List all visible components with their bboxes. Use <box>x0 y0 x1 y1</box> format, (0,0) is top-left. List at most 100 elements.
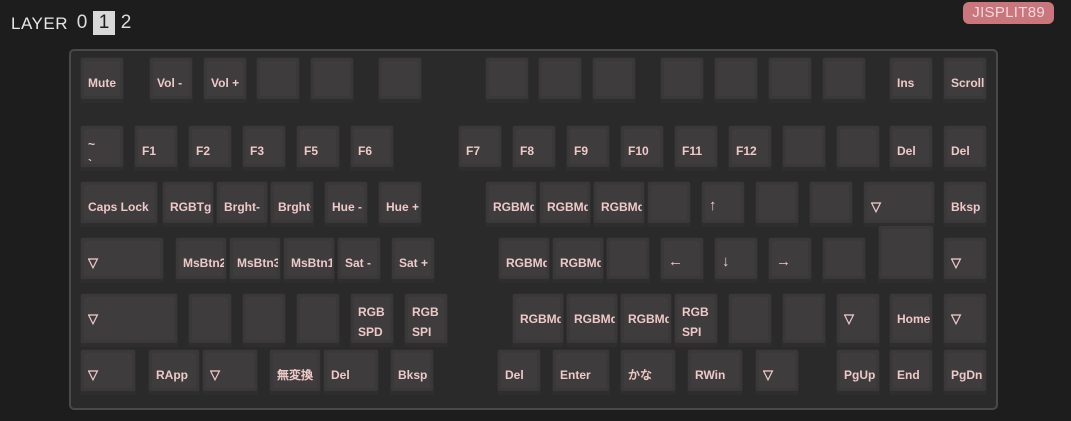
key-r4-10-↓[interactable]: ↓ <box>714 237 758 283</box>
key-r6-0-▽[interactable]: ▽ <box>80 349 136 395</box>
key-r5-12-▽[interactable]: ▽ <box>836 293 880 347</box>
key-r1-8-blank[interactable] <box>592 57 636 103</box>
key-r3-0-caps-lock[interactable]: Caps Lock <box>80 181 158 227</box>
key-r6-8-かな[interactable]: かな <box>620 349 676 395</box>
key-r6-2-▽[interactable]: ▽ <box>202 349 258 395</box>
key-r2-7-f8[interactable]: F8 <box>512 125 556 171</box>
key-r4-5-sat-+[interactable]: Sat + <box>391 237 435 283</box>
key-r2-14-del[interactable]: Del <box>889 125 933 171</box>
key-r1-14-scroll[interactable]: Scroll <box>943 57 987 103</box>
layer-1-button[interactable]: 1 <box>93 11 115 35</box>
key-r4-7-rgbmd:[interactable]: RGBMd: <box>552 237 604 283</box>
key-r5-13-home[interactable]: Home <box>889 293 933 347</box>
key-r4-2-msbtn3[interactable]: MsBtn3 <box>229 237 281 283</box>
key-r5-11-blank[interactable] <box>782 293 826 347</box>
key-r1-1-vol--[interactable]: Vol - <box>149 57 193 103</box>
key-r6-11-pgup[interactable]: PgUp <box>836 349 880 395</box>
key-r3-2-brght-[interactable]: Brght- <box>216 181 268 227</box>
key-r4-1-msbtn2[interactable]: MsBtn2 <box>175 237 227 283</box>
key-r2-1-f1[interactable]: F1 <box>134 125 178 171</box>
key-label: RGBMdl <box>547 201 588 214</box>
key-enter-lower[interactable] <box>878 225 934 283</box>
key-r2-11-f12[interactable]: F12 <box>728 125 772 171</box>
key-r2-13-blank[interactable] <box>836 125 880 171</box>
key-r3-1-rgbtgg[interactable]: RGBTgg <box>162 181 214 227</box>
layer-2-button[interactable]: 2 <box>115 11 137 35</box>
key-r1-5-blank[interactable] <box>378 57 422 103</box>
key-r4-8-blank[interactable] <box>606 237 650 283</box>
key-r5-3-blank[interactable] <box>296 293 340 347</box>
key-r2-12-blank[interactable] <box>782 125 826 171</box>
key-r1-10-blank[interactable] <box>714 57 758 103</box>
key-r3-11-blank[interactable] <box>755 181 799 227</box>
key-r2-6-f7[interactable]: F7 <box>458 125 502 171</box>
key-r6-4-del[interactable]: Del <box>323 349 379 395</box>
key-r6-5-bksp[interactable]: Bksp <box>390 349 434 395</box>
key-r6-10-▽[interactable]: ▽ <box>755 349 799 395</box>
key-r2-3-f3[interactable]: F3 <box>242 125 286 171</box>
key-r5-5-rgb-spi[interactable]: RGB SPI <box>404 293 448 347</box>
key-r1-6-blank[interactable] <box>485 57 529 103</box>
key-label: Ins <box>897 77 915 90</box>
key-r3-13-▽[interactable]: ▽ <box>863 181 935 227</box>
key-r2-5-f6[interactable]: F6 <box>350 125 394 171</box>
key-r2-10-f11[interactable]: F11 <box>674 125 718 171</box>
key-r5-7-rgbmd:[interactable]: RGBMd: <box>566 293 618 347</box>
key-label: ▽ <box>88 312 98 325</box>
key-label: F2 <box>196 145 211 158</box>
key-r3-9-blank[interactable] <box>647 181 691 227</box>
key-r3-3-brght+[interactable]: Brght+ <box>270 181 314 227</box>
key-r3-6-rgbmdl[interactable]: RGBMdl <box>485 181 537 227</box>
key-r6-3-無変換[interactable]: 無変換 <box>269 349 321 395</box>
key-r1-3-blank[interactable] <box>256 57 300 103</box>
key-r6-13-pgdn[interactable]: PgDn <box>943 349 987 395</box>
key-r2-4-f5[interactable]: F5 <box>296 125 340 171</box>
key-label: Scroll <box>951 77 984 90</box>
key-r5-9-rgb-spi[interactable]: RGB SPI <box>674 293 718 347</box>
key-r6-9-rwin[interactable]: RWin <box>687 349 743 395</box>
key-r6-1-rapp[interactable]: RApp <box>148 349 200 395</box>
key-r6-7-enter[interactable]: Enter <box>552 349 610 395</box>
key-r5-14-▽[interactable]: ▽ <box>943 293 987 347</box>
key-r6-12-end[interactable]: End <box>889 349 933 395</box>
key-r3-14-bksp[interactable]: Bksp <box>943 181 987 227</box>
key-label: Del <box>505 369 524 382</box>
key-r5-0-▽[interactable]: ▽ <box>80 293 178 347</box>
key-r3-12-blank[interactable] <box>809 181 853 227</box>
key-r4-0-▽[interactable]: ▽ <box>80 237 164 283</box>
key-r4-6-rgbmd:[interactable]: RGBMd: <box>498 237 550 283</box>
key-r4-13-▽[interactable]: ▽ <box>943 237 987 283</box>
key-r3-5-hue-+[interactable]: Hue + <box>378 181 422 227</box>
key-r1-4-blank[interactable] <box>310 57 354 103</box>
key-r2-8-f9[interactable]: F9 <box>566 125 610 171</box>
key-r3-10-↑[interactable]: ↑ <box>701 181 745 227</box>
key-r4-12-blank[interactable] <box>822 237 866 283</box>
key-r1-13-ins[interactable]: Ins <box>889 57 933 103</box>
key-r3-7-rgbmdl[interactable]: RGBMdl <box>539 181 591 227</box>
key-r4-11-→[interactable]: → <box>768 237 812 283</box>
key-r2-0-~-`[interactable]: ~ ` <box>80 125 124 171</box>
key-r2-9-f10[interactable]: F10 <box>620 125 664 171</box>
key-r5-2-blank[interactable] <box>242 293 286 347</box>
key-r5-6-rgbmdl[interactable]: RGBMdl <box>512 293 564 347</box>
key-r4-4-sat--[interactable]: Sat - <box>337 237 381 283</box>
key-r1-2-vol-+[interactable]: Vol + <box>203 57 247 103</box>
key-r3-8-rgbmdl[interactable]: RGBMdl <box>593 181 645 227</box>
key-r1-0-mute[interactable]: Mute <box>80 57 124 103</box>
key-r3-4-hue--[interactable]: Hue - <box>324 181 368 227</box>
key-r5-10-blank[interactable] <box>728 293 772 347</box>
key-r1-12-blank[interactable] <box>822 57 866 103</box>
key-r1-11-blank[interactable] <box>768 57 812 103</box>
key-r1-9-blank[interactable] <box>660 57 704 103</box>
key-r1-7-blank[interactable] <box>538 57 582 103</box>
key-r4-3-msbtn1[interactable]: MsBtn1 <box>283 237 335 283</box>
key-r5-8-rgbmdl[interactable]: RGBMdl <box>620 293 672 347</box>
key-r6-6-del[interactable]: Del <box>497 349 541 395</box>
layer-0-button[interactable]: 0 <box>71 11 93 35</box>
key-label: RGBMdl <box>601 201 642 214</box>
key-r2-2-f2[interactable]: F2 <box>188 125 232 171</box>
key-r2-15-del[interactable]: Del <box>943 125 987 171</box>
key-r4-9-←[interactable]: ← <box>660 237 704 283</box>
key-r5-4-rgb-spd[interactable]: RGB SPD <box>350 293 394 347</box>
key-r5-1-blank[interactable] <box>188 293 232 347</box>
